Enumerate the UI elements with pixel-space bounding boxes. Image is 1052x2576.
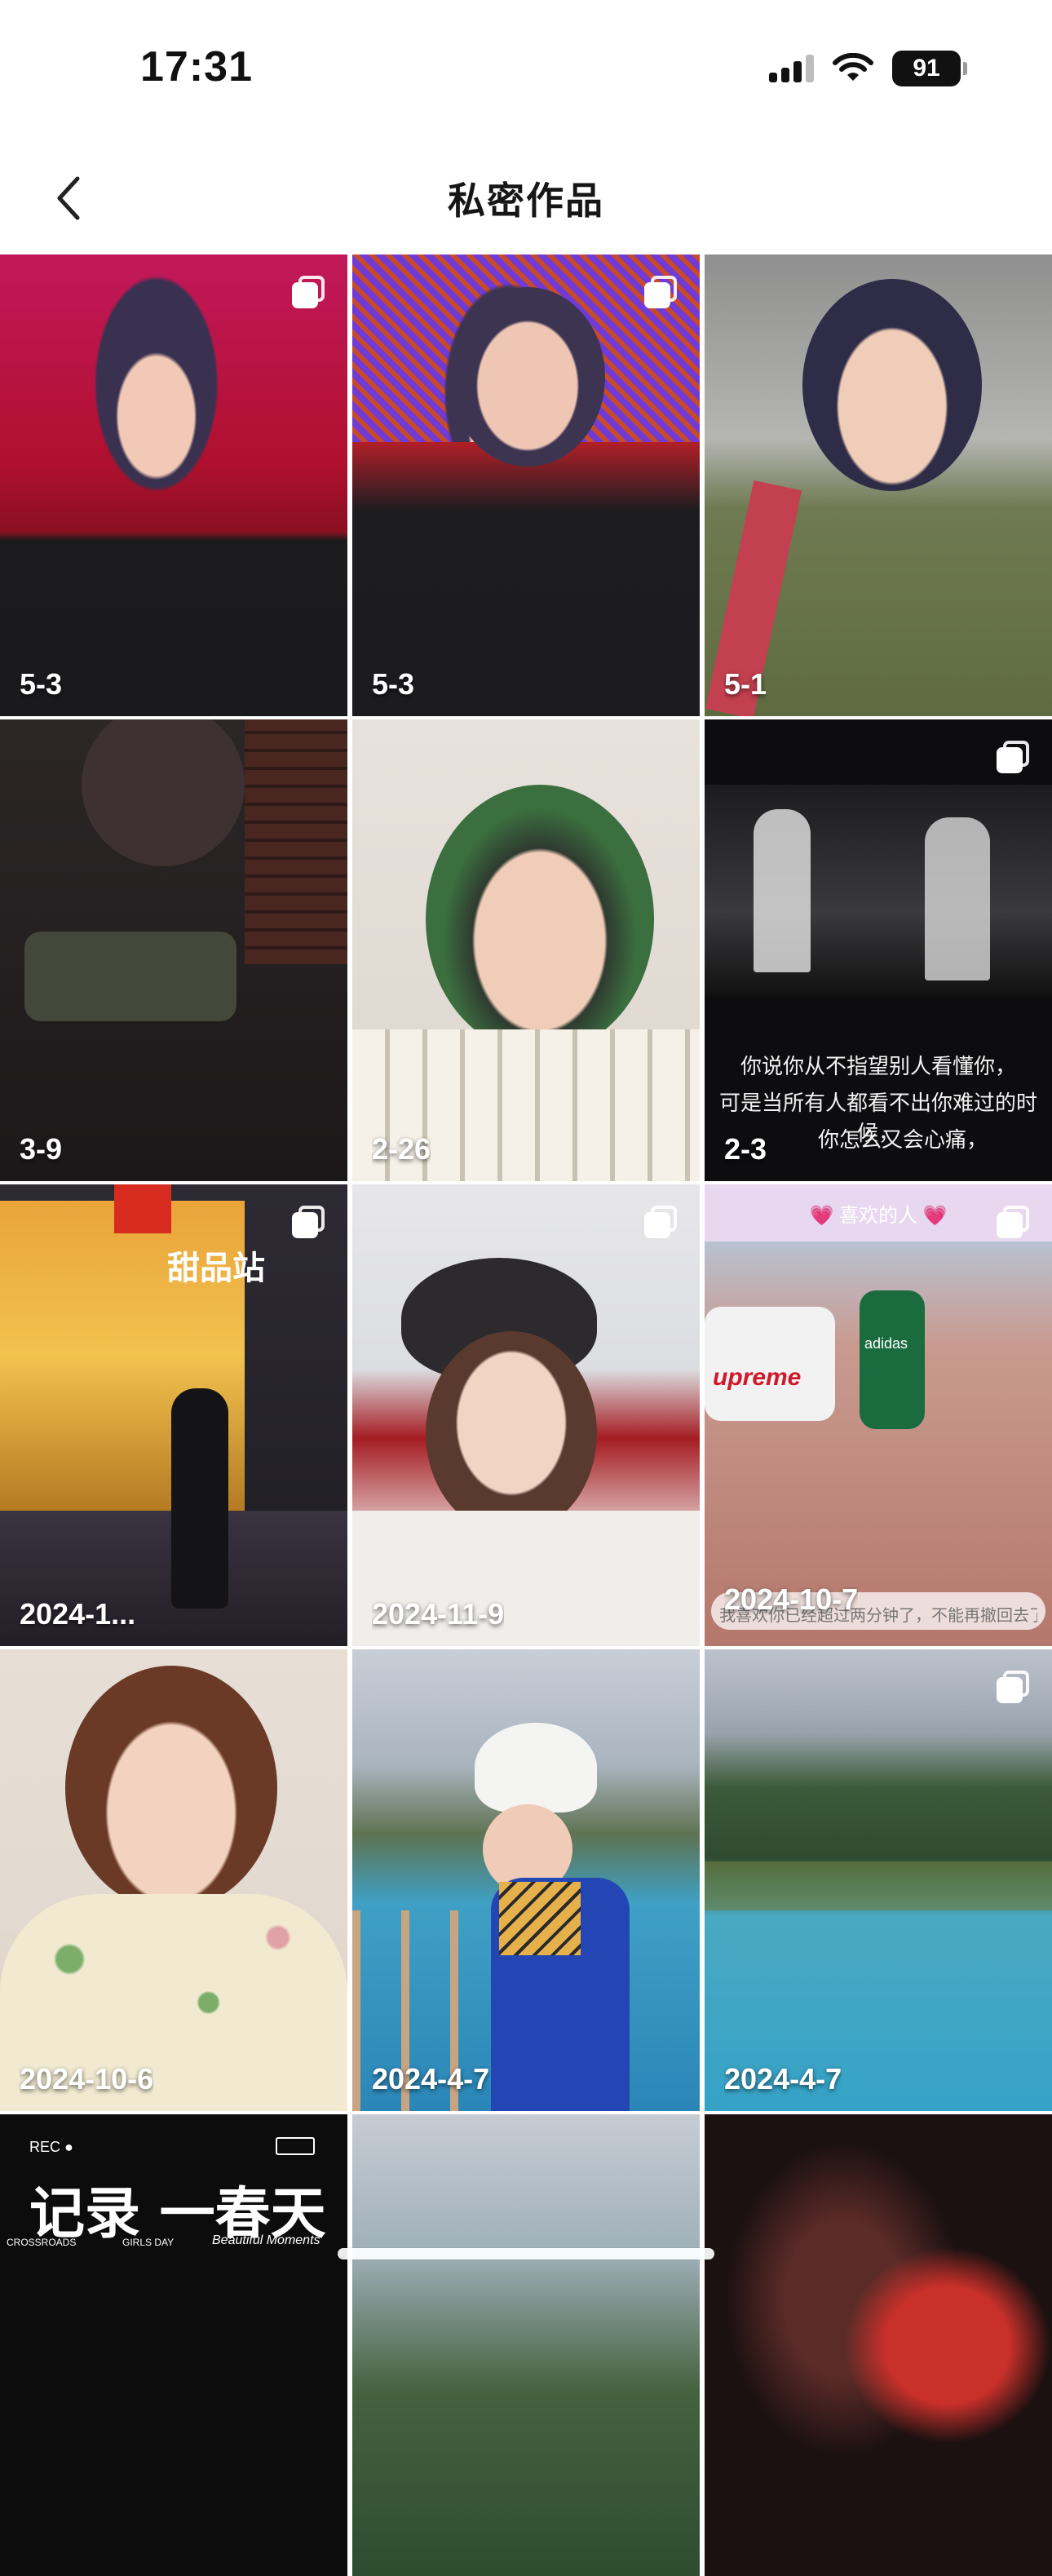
status-indicators: 91 — [769, 51, 967, 86]
work-tile[interactable]: REC ● 记录 一春天 CROSSROADS GIRLS DAY Beauti… — [0, 2114, 347, 2576]
work-tile[interactable]: 2024-10-6 — [0, 1649, 347, 2111]
car-logo-text: upreme — [713, 1364, 802, 1391]
work-tile[interactable]: 3-9 — [0, 719, 347, 1181]
work-tile[interactable]: 2024-4-7 — [352, 1649, 700, 2111]
work-tile[interactable]: 5-3 — [0, 255, 347, 716]
work-tile[interactable]: 甜品站 2024-1... — [0, 1184, 347, 1646]
work-date-label: 2-3 — [724, 1132, 767, 1166]
work-tile[interactable]: 2024-11-9 — [352, 1184, 700, 1646]
status-time: 17:31 — [140, 43, 253, 91]
work-date-label: 2024-10-6 — [20, 2062, 154, 2096]
multi-image-icon — [644, 276, 677, 308]
multi-image-icon — [292, 1206, 325, 1238]
work-date-label: 2024-11-9 — [372, 1597, 505, 1631]
work-tile[interactable]: 5-1 — [705, 255, 1052, 716]
video-subtitle-right: Beautiful Moments — [212, 2233, 320, 2247]
work-tile[interactable]: 💗 喜欢的人 💗 upreme adidas 我喜欢你已经超过两分钟了，不能再撤… — [705, 1184, 1052, 1646]
multi-image-icon — [644, 1206, 677, 1238]
work-date-label: 5-1 — [724, 667, 767, 701]
video-caption-line: 你说你从不指望别人看懂你， — [740, 1054, 1016, 1078]
store-sign: 甜品站 — [167, 1250, 265, 1286]
work-date-label: 5-3 — [372, 667, 415, 701]
rec-indicator: REC ● — [29, 2139, 73, 2155]
work-date-label: 5-3 — [20, 667, 63, 701]
home-indicator[interactable] — [338, 2248, 714, 2260]
video-subtitle-left: CROSSROADS — [7, 2237, 77, 2248]
page-title: 私密作品 — [448, 179, 604, 222]
cellular-signal-icon — [769, 55, 814, 82]
work-date-label: 2024-1... — [20, 1597, 136, 1631]
status-bar: 17:31 91 — [0, 0, 1052, 139]
multi-image-icon — [997, 741, 1029, 773]
multi-image-icon — [997, 1671, 1029, 1703]
video-caption-line: 你怎么又会心痛， — [817, 1127, 988, 1152]
wifi-icon — [832, 53, 874, 84]
work-tile[interactable]: 你说你从不指望别人看懂你， 可是当所有人都看不出你难过的时候， 你怎么又会心痛，… — [705, 719, 1052, 1181]
work-tile[interactable]: 2-26 — [352, 719, 700, 1181]
work-date-label: 3-9 — [20, 1132, 63, 1166]
battery-icon: 91 — [892, 51, 967, 86]
nav-bar: 私密作品 — [0, 139, 1052, 255]
work-tile[interactable]: 2024-4-7 — [705, 1649, 1052, 2111]
work-date-label: 2024-4-7 — [724, 2062, 842, 2096]
work-tile[interactable] — [705, 2114, 1052, 2576]
work-tile[interactable]: 5-3 — [352, 255, 700, 716]
video-subtitle-mid: GIRLS DAY — [122, 2237, 175, 2248]
battery-level: 91 — [913, 55, 940, 82]
multi-image-icon — [292, 276, 325, 308]
multi-image-icon — [997, 1206, 1029, 1238]
work-date-label: 2-26 — [372, 1132, 431, 1166]
shirt-logo-text: adidas — [864, 1335, 908, 1352]
works-grid: 5-3 5-3 5-1 3-9 2-26 你说你从不指望别人看懂你， 可是当所有… — [0, 255, 1052, 2576]
work-date-label: 2024-4-7 — [372, 2062, 490, 2096]
work-tile[interactable] — [352, 2114, 700, 2576]
work-date-label: 2024-10-7 — [724, 1582, 859, 1616]
